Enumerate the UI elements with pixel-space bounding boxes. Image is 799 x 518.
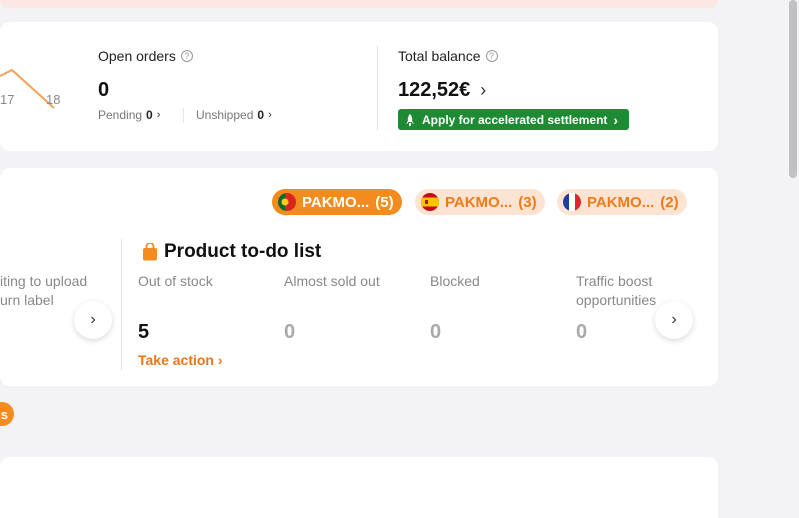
pending-label: Pending: [98, 108, 143, 122]
out-of-stock-label: Out of stock: [138, 273, 213, 289]
chevron-right-icon: ›: [268, 109, 272, 121]
portugal-flag-icon: [278, 193, 296, 211]
alert-banner: [0, 0, 718, 8]
chevron-right-icon: ›: [90, 311, 96, 328]
product-todo-heading: Product to-do list: [142, 241, 321, 263]
traffic-boost-value: 0: [576, 321, 588, 343]
help-icon[interactable]: ?: [485, 50, 498, 62]
chevron-right-icon: ›: [480, 80, 487, 100]
pending-stat[interactable]: Pending 0 ›: [98, 108, 160, 122]
open-orders-label: Open orders: [98, 48, 176, 64]
unshipped-label: Unshipped: [196, 108, 254, 122]
unshipped-stat[interactable]: Unshipped 0 ›: [196, 108, 272, 122]
accelerated-settlement-button[interactable]: Apply for accelerated settlement ›: [398, 109, 629, 130]
chart-tick-17: 17: [0, 92, 15, 107]
product-todo-title: Product to-do list: [164, 241, 322, 262]
take-action-link[interactable]: Take action ›: [138, 352, 223, 368]
divider: [183, 108, 184, 123]
chevron-right-icon: ›: [671, 311, 677, 328]
france-flag-icon: [563, 193, 581, 211]
return-todo-line: iting to upload: [0, 273, 88, 289]
blocked-label: Blocked: [430, 273, 480, 289]
scrollbar-thumb[interactable]: [789, 0, 797, 178]
chart-tick-18: 18: [46, 92, 61, 107]
accelerated-settlement-label: Apply for accelerated settlement: [422, 112, 608, 127]
open-orders-value: 0: [98, 79, 110, 101]
store-tab-portugal[interactable]: PAKMO... (5): [272, 189, 402, 215]
chevron-right-icon: ›: [217, 352, 223, 368]
carousel-next-button[interactable]: ›: [655, 301, 693, 339]
store-tab-count: (3): [518, 193, 537, 211]
shopping-bag-icon: [143, 243, 157, 261]
content-card: [0, 457, 718, 518]
section-badge[interactable]: s: [0, 402, 14, 426]
store-tab-count: (5): [375, 193, 394, 211]
carousel-next-button[interactable]: ›: [74, 301, 112, 339]
chevron-right-icon: ›: [613, 111, 619, 128]
return-todo-label: iting to upload urn label: [0, 272, 87, 310]
store-tab-name: PAKMO...: [587, 193, 655, 211]
store-tab-name: PAKMO...: [302, 193, 370, 211]
store-tab-name: PAKMO...: [445, 193, 513, 211]
section-badge-text: s: [0, 406, 8, 422]
divider: [121, 239, 122, 370]
pending-value: 0: [146, 108, 153, 122]
take-action-label: Take action: [138, 352, 214, 368]
almost-sold-out-label: Almost sold out: [284, 273, 380, 289]
open-orders-label-group: Open orders ?: [98, 48, 193, 64]
help-icon[interactable]: ?: [180, 50, 193, 62]
spain-flag-icon: [421, 193, 439, 211]
store-tab-france[interactable]: PAKMO... (2): [557, 189, 687, 215]
total-balance-label: Total balance: [398, 48, 481, 64]
return-todo-line: urn label: [0, 292, 54, 308]
total-balance-label-group: Total balance ?: [398, 48, 498, 64]
divider: [377, 46, 378, 130]
unshipped-value: 0: [257, 108, 265, 122]
blocked-value: 0: [430, 321, 442, 343]
store-tab-count: (2): [660, 193, 679, 211]
sales-trend-chart: [0, 68, 55, 109]
total-balance-value: 122,52€: [398, 79, 471, 101]
out-of-stock-value[interactable]: 5: [138, 321, 149, 344]
rocket-icon: [406, 113, 414, 126]
almost-sold-out-value: 0: [284, 321, 296, 343]
chevron-right-icon: ›: [156, 109, 161, 121]
store-tab-spain[interactable]: PAKMO... (3): [415, 189, 545, 215]
total-balance-link[interactable]: 122,52€ ›: [398, 79, 486, 102]
